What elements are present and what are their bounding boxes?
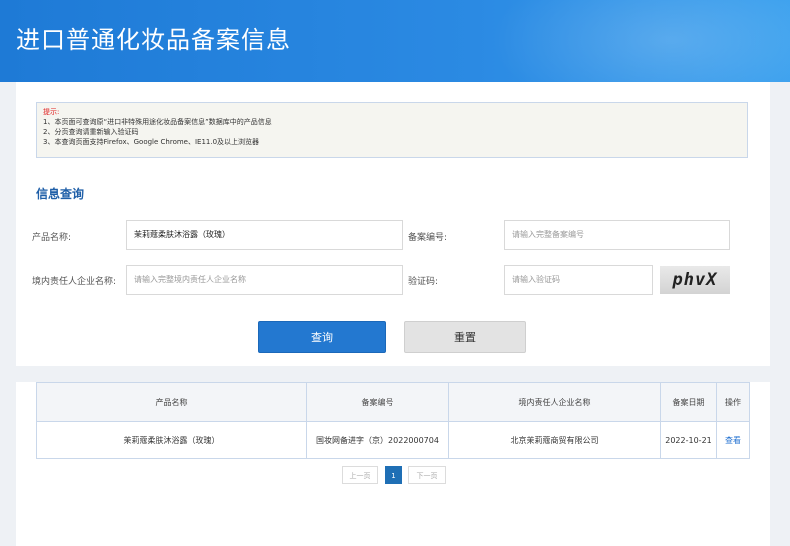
captcha-label: 验证码:: [408, 277, 439, 287]
notice-line: 1、本页面可查询原“进口非特殊用途化妆品备案信息”数据库中的产品信息: [43, 118, 272, 126]
notice-line: 2、分页查询请重新输入验证码: [43, 128, 139, 136]
column-header: 产品名称: [36, 382, 307, 422]
next-page-button[interactable]: 下一页: [408, 466, 446, 484]
record-no-label: 备案编号:: [408, 233, 448, 243]
pagination: 上一页 1 下一页: [16, 466, 770, 484]
column-header: 备案编号: [306, 382, 449, 422]
product-name-value: 茉莉蔻柔肤沐浴露（玫瑰）: [134, 230, 230, 239]
captcha-image[interactable]: phvX: [660, 266, 730, 294]
table-row: 茉莉蔻柔肤沐浴露（玫瑰） 国妆网备进字（京）2022000704 北京茉莉蔻商贸…: [36, 421, 750, 459]
column-header: 操作: [716, 382, 750, 422]
results-table: 产品名称 备案编号 境内责任人企业名称 备案日期 操作 茉莉蔻柔肤沐浴露（玫瑰）…: [36, 382, 750, 459]
view-link[interactable]: 查看: [716, 421, 750, 459]
company-input[interactable]: 请输入完整境内责任人企业名称: [126, 265, 403, 295]
page-title: 进口普通化妆品备案信息: [16, 26, 291, 54]
reset-button[interactable]: 重置: [404, 321, 526, 353]
notice-title: 提示:: [43, 108, 60, 116]
section-title: 信息查询: [36, 187, 85, 201]
record-no-placeholder: 请输入完整备案编号: [512, 230, 584, 239]
captcha-input[interactable]: 请输入验证码: [504, 265, 653, 295]
product-name-label: 产品名称:: [32, 233, 72, 243]
product-name-input[interactable]: 茉莉蔻柔肤沐浴露（玫瑰）: [126, 220, 403, 250]
company-label: 境内责任人企业名称:: [32, 277, 117, 287]
prev-page-button[interactable]: 上一页: [342, 466, 378, 484]
cell-product-name: 茉莉蔻柔肤沐浴露（玫瑰）: [36, 421, 307, 459]
column-header: 备案日期: [660, 382, 717, 422]
cell-date: 2022-10-21: [660, 421, 717, 459]
current-page[interactable]: 1: [385, 466, 402, 484]
notice-box: 提示: 1、本页面可查询原“进口非特殊用途化妆品备案信息”数据库中的产品信息 2…: [36, 102, 748, 158]
cell-company: 北京茉莉蔻商贸有限公司: [448, 421, 661, 459]
search-panel: 提示: 1、本页面可查询原“进口非特殊用途化妆品备案信息”数据库中的产品信息 2…: [16, 82, 770, 366]
cell-record-no: 国妆网备进字（京）2022000704: [306, 421, 449, 459]
company-placeholder: 请输入完整境内责任人企业名称: [134, 275, 246, 284]
notice-line: 3、本查询页面支持Firefox、Google Chrome、IE11.0及以上…: [43, 138, 260, 146]
table-header-row: 产品名称 备案编号 境内责任人企业名称 备案日期 操作: [36, 382, 750, 422]
page-header: 进口普通化妆品备案信息: [0, 0, 790, 82]
results-panel: 产品名称 备案编号 境内责任人企业名称 备案日期 操作 茉莉蔻柔肤沐浴露（玫瑰）…: [16, 382, 770, 546]
record-no-input[interactable]: 请输入完整备案编号: [504, 220, 730, 250]
column-header: 境内责任人企业名称: [448, 382, 661, 422]
query-button[interactable]: 查询: [258, 321, 386, 353]
captcha-placeholder: 请输入验证码: [512, 275, 560, 284]
